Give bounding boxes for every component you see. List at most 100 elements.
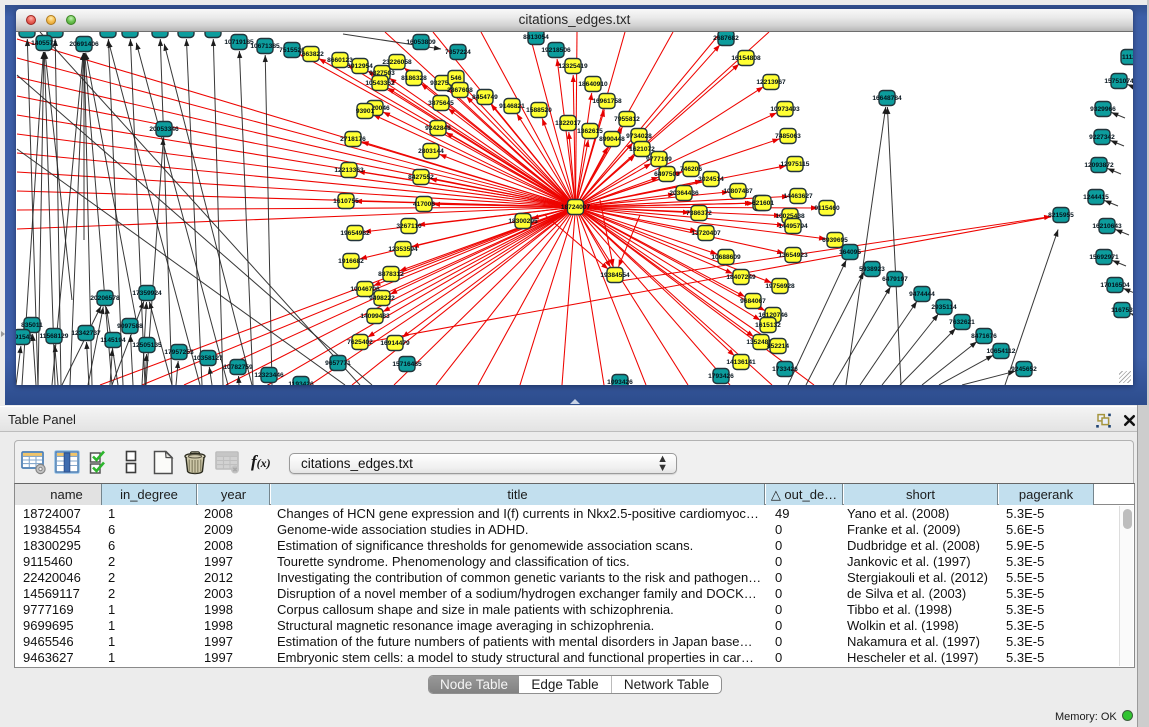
svg-text:1145194: 1145194 <box>100 337 126 344</box>
svg-text:1588520: 1588520 <box>526 107 552 114</box>
svg-text:10688609: 10688609 <box>711 254 741 261</box>
svg-text:1322017: 1322017 <box>555 120 581 127</box>
svg-text:1733426: 1733426 <box>772 366 798 373</box>
svg-text:6497503: 6497503 <box>654 171 680 178</box>
svg-text:1244415: 1244415 <box>1083 194 1109 201</box>
svg-text:9734028: 9734028 <box>626 133 652 140</box>
svg-text:852214: 852214 <box>767 343 789 350</box>
svg-text:12093872: 12093872 <box>1084 162 1114 169</box>
svg-text:18407249: 18407249 <box>726 274 756 281</box>
svg-text:93901: 93901 <box>356 108 375 115</box>
svg-text:12323446: 12323446 <box>254 372 284 379</box>
svg-text:10543362: 10543362 <box>365 80 395 87</box>
svg-text:6939695: 6939695 <box>822 237 848 244</box>
svg-text:16053809: 16053809 <box>406 39 436 46</box>
svg-text:10782759: 10782759 <box>223 364 253 371</box>
svg-text:10671385: 10671385 <box>250 43 280 50</box>
svg-text:7632621: 7632621 <box>949 319 975 326</box>
svg-text:8454749: 8454749 <box>472 94 498 101</box>
svg-text:1065328: 1065328 <box>200 32 226 34</box>
svg-text:10973493: 10973493 <box>770 106 800 113</box>
svg-text:7955812: 7955812 <box>614 116 640 123</box>
svg-text:19756928: 19756928 <box>765 283 795 290</box>
svg-text:8215955: 8215955 <box>1048 212 1074 219</box>
svg-text:19654982: 19654982 <box>340 230 370 237</box>
svg-text:1527602: 1527602 <box>147 32 173 34</box>
svg-text:7386372: 7386372 <box>686 210 712 217</box>
svg-text:164095: 164095 <box>839 249 861 256</box>
svg-text:15751074: 15751074 <box>1104 78 1133 85</box>
svg-text:16154808: 16154808 <box>731 55 761 62</box>
svg-text:621601: 621601 <box>752 200 774 207</box>
svg-text:746206: 746206 <box>680 166 702 173</box>
svg-text:9777109: 9777109 <box>646 156 672 163</box>
svg-text:23226058: 23226058 <box>382 59 412 66</box>
svg-text:14099483: 14099483 <box>360 313 390 320</box>
svg-text:9474444: 9474444 <box>909 291 935 298</box>
svg-text:8990448: 8990448 <box>599 136 625 143</box>
svg-text:11568129: 11568129 <box>40 333 69 340</box>
svg-text:9242848: 9242848 <box>425 125 451 132</box>
svg-text:12342737: 12342737 <box>71 330 101 337</box>
svg-text:9657771: 9657771 <box>325 360 351 367</box>
svg-text:10358127: 10358127 <box>193 355 223 362</box>
svg-text:9329966: 9329966 <box>1090 106 1116 113</box>
svg-text:6479197: 6479197 <box>882 276 908 283</box>
svg-text:18724007: 18724007 <box>561 204 591 211</box>
svg-text:8813054: 8813054 <box>523 34 549 41</box>
svg-text:12975115: 12975115 <box>781 161 810 168</box>
svg-text:14463627: 14463627 <box>783 193 813 200</box>
svg-text:20364436: 20364436 <box>669 190 699 197</box>
svg-text:116753: 116753 <box>1111 307 1133 314</box>
svg-text:2718176: 2718176 <box>340 136 366 143</box>
svg-text:18640910: 18640910 <box>578 81 608 88</box>
svg-text:1405573: 1405573 <box>42 32 68 34</box>
svg-text:3875645: 3875645 <box>428 100 454 107</box>
svg-text:15716485: 15716485 <box>392 361 422 368</box>
svg-text:2803144: 2803144 <box>418 148 444 155</box>
svg-text:12353594: 12353594 <box>388 246 418 253</box>
svg-text:8471676: 8471676 <box>971 333 997 340</box>
svg-text:1610755: 1610755 <box>333 198 359 205</box>
svg-text:391541: 391541 <box>16 334 33 341</box>
svg-text:1193426: 1193426 <box>288 381 314 385</box>
svg-text:16914479: 16914479 <box>380 340 410 347</box>
svg-text:7625402: 7625402 <box>347 339 373 346</box>
svg-text:10807487: 10807487 <box>723 188 753 195</box>
svg-text:417006: 417006 <box>413 201 435 208</box>
svg-text:9245652: 9245652 <box>1011 366 1037 373</box>
svg-text:8466160: 8466160 <box>173 32 199 34</box>
svg-text:3024514: 3024514 <box>698 176 724 183</box>
svg-text:2687682: 2687682 <box>713 35 739 42</box>
svg-text:15692971: 15692971 <box>1089 254 1119 261</box>
svg-text:17016504: 17016504 <box>1100 282 1130 289</box>
svg-text:1405572: 1405572 <box>31 40 57 47</box>
svg-text:12325419: 12325419 <box>558 63 588 70</box>
svg-text:3912954: 3912954 <box>347 63 373 70</box>
svg-text:9097588: 9097588 <box>117 323 143 330</box>
svg-text:7663822: 7663822 <box>298 51 324 58</box>
svg-text:13654923: 13654923 <box>778 252 808 259</box>
svg-text:19218506: 19218506 <box>541 47 571 54</box>
svg-text:1093426: 1093426 <box>607 379 633 385</box>
svg-text:12213967: 12213967 <box>756 79 786 86</box>
svg-text:10653287: 10653287 <box>115 32 145 34</box>
svg-text:13720407: 13720407 <box>691 230 721 237</box>
svg-text:9684067: 9684067 <box>740 298 766 305</box>
svg-text:12213363: 12213363 <box>334 167 364 174</box>
svg-text:835011: 835011 <box>21 322 43 329</box>
svg-text:1793426: 1793426 <box>708 373 734 380</box>
svg-text:8186328: 8186328 <box>401 75 427 82</box>
svg-text:10654112: 10654112 <box>987 348 1016 355</box>
svg-text:9227342: 9227342 <box>1089 134 1115 141</box>
svg-text:546: 546 <box>450 75 461 82</box>
svg-text:9115460: 9115460 <box>814 205 840 212</box>
svg-text:17957253: 17957253 <box>164 349 194 356</box>
svg-text:3267110: 3267110 <box>396 223 422 230</box>
svg-text:9146821: 9146821 <box>499 103 525 110</box>
svg-text:7357224: 7357224 <box>445 49 471 56</box>
svg-text:1112: 1112 <box>1122 54 1133 61</box>
svg-text:8878312: 8878312 <box>378 271 404 278</box>
svg-text:16648784: 16648784 <box>872 95 902 102</box>
svg-text:20206578: 20206578 <box>90 295 120 302</box>
